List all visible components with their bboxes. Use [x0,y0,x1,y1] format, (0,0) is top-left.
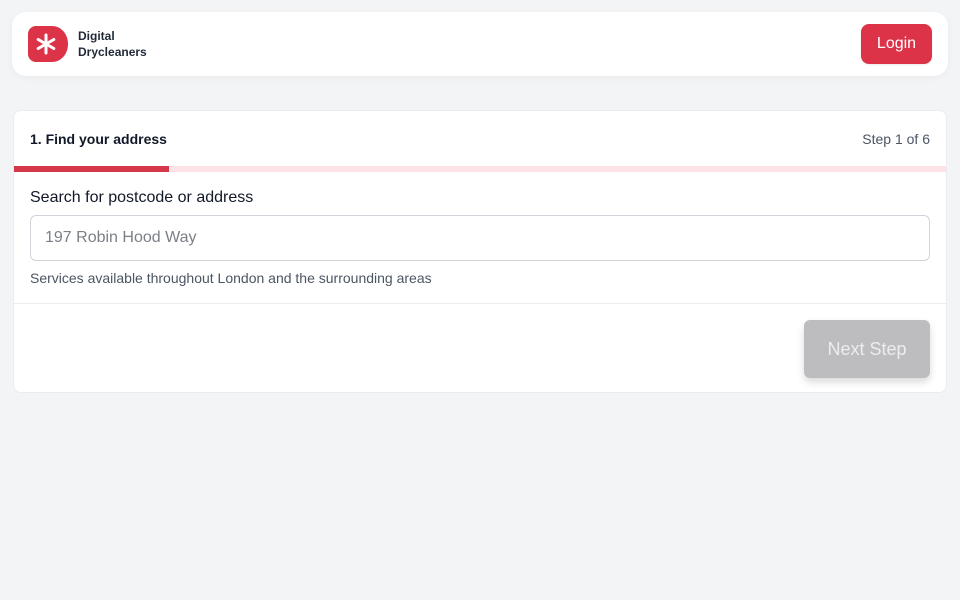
step-header: 1. Find your address Step 1 of 6 [14,111,946,166]
login-button[interactable]: Login [861,24,932,64]
next-step-button[interactable]: Next Step [804,320,930,378]
address-search-input[interactable] [30,215,930,261]
service-area-help-text: Services available throughout London and… [30,270,432,286]
step-counter: Step 1 of 6 [862,130,930,147]
address-step-card: 1. Find your address Step 1 of 6 Search … [13,110,947,393]
step-title: 1. Find your address [30,130,167,147]
brand-name-line2: Drycleaners [78,45,147,59]
footer-divider [14,303,946,304]
brand-name-line1: Digital [78,29,115,43]
brand[interactable]: Digital Drycleaners [28,26,147,62]
top-header: Digital Drycleaners Login [12,12,948,76]
search-label: Search for postcode or address [30,189,254,206]
address-search-section: Search for postcode or address Services … [14,172,946,286]
asterisk-logo-icon [28,26,68,62]
brand-name: Digital Drycleaners [78,28,147,60]
